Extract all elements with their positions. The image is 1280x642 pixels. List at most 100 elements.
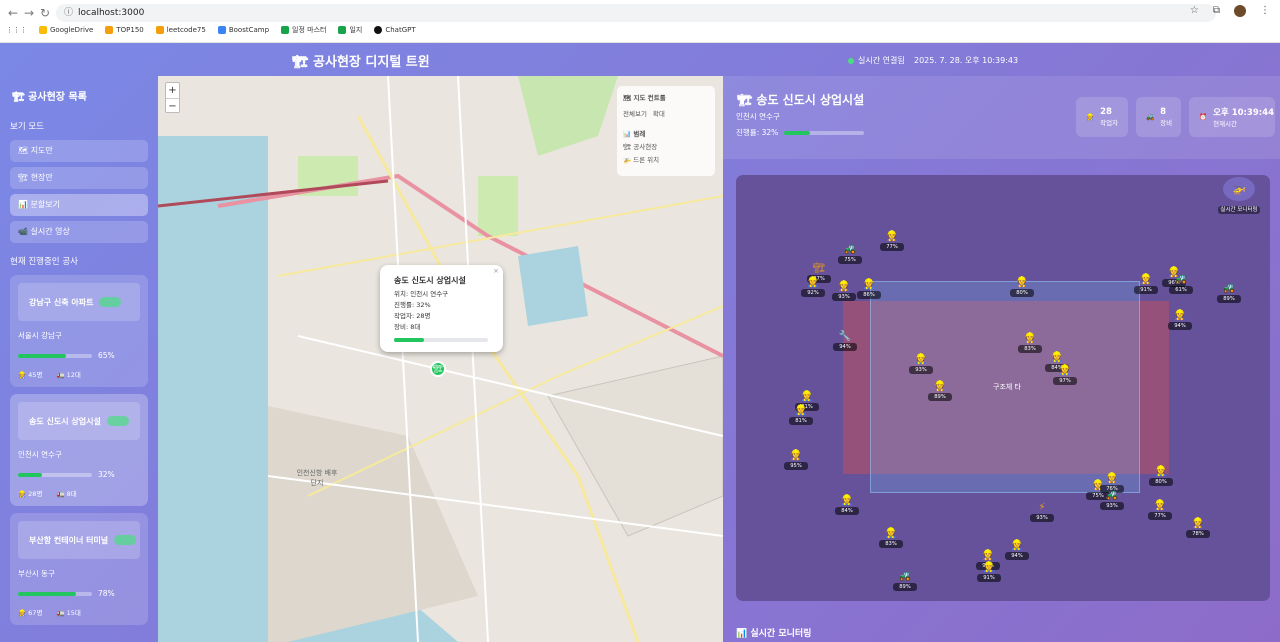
bookmark-item[interactable]: ChatGPT: [374, 26, 416, 34]
mode-button-map[interactable]: 🗺 지도만: [10, 140, 148, 162]
bookmark-item[interactable]: GoogleDrive: [39, 26, 93, 34]
worker-marker[interactable]: 🚜 89%: [1217, 283, 1241, 303]
drone-icon: 🚁: [1223, 177, 1255, 201]
mode-button-video[interactable]: 📹 실시간 영상: [10, 221, 148, 243]
worker-marker[interactable]: 👷 80%: [1010, 277, 1034, 297]
worker-icon: 👷: [806, 277, 820, 288]
worker-icon: 👷: [1023, 333, 1037, 344]
progress-bar: [18, 591, 92, 596]
mode-button-site[interactable]: 🏗 현장만: [10, 167, 148, 189]
worker-marker[interactable]: 👷 92%: [801, 277, 825, 297]
worker-marker[interactable]: 👷 95%: [784, 450, 808, 470]
site-marker-icon[interactable]: 🏗: [430, 361, 446, 377]
worker-marker[interactable]: 👷 93%: [832, 281, 856, 301]
worker-marker[interactable]: 👷 84%: [835, 495, 859, 515]
forward-icon[interactable]: →: [24, 6, 34, 20]
view-all-button[interactable]: 전체보기: [623, 108, 647, 118]
bookmark-item[interactable]: TOP150: [105, 26, 144, 34]
worker-marker[interactable]: 👷 78%: [1186, 518, 1210, 538]
project-location: 부산시 동구: [18, 569, 55, 578]
realtime-label: 실시간 모니터링: [1218, 206, 1260, 214]
menu-icon[interactable]: ⋮: [1260, 5, 1270, 17]
progress-fill: [394, 338, 425, 342]
worker-icon: 👷: [933, 381, 947, 392]
site-view[interactable]: 구조체 타 🚁 실시간 모니터링 👷 77% 🚜 75% 🏗 87% 👷 92% 👷 93% 👷 86%…: [736, 175, 1270, 601]
progress-bar: [18, 472, 92, 477]
stat-label: 장비: [1160, 119, 1173, 127]
worker-efficiency: 93%: [1030, 514, 1054, 522]
bookmark-item[interactable]: 일정 마스터: [281, 25, 326, 35]
worker-icon: 👷: [981, 550, 995, 561]
project-card[interactable]: 강남구 신축 아파트 서울시 강남구 65% 👷 45명 🚛 12대: [10, 275, 148, 387]
worker-icon: 🚜: [843, 244, 857, 255]
worker-marker[interactable]: 👷 80%: [1149, 466, 1173, 486]
worker-icon: 👷: [18, 490, 27, 498]
zoom-in-button[interactable]: +: [166, 83, 179, 99]
worker-icon: 👷: [840, 495, 854, 506]
worker-icon: 🚜: [1105, 490, 1119, 501]
stat-time: ⏰ 오후 10:39:44 현재시간: [1189, 97, 1275, 137]
extensions-icon[interactable]: ⧉: [1213, 5, 1220, 17]
realtime-monitoring-badge[interactable]: 🚁 실시간 모니터링: [1216, 177, 1262, 214]
status-dot-icon: [848, 57, 854, 64]
zoom-out-button[interactable]: −: [166, 99, 179, 114]
project-progress: 78%: [18, 589, 140, 598]
site-info-icon[interactable]: ⓘ: [64, 4, 73, 22]
worker-marker[interactable]: 👷 91%: [1134, 274, 1158, 294]
header-datetime: 2025. 7. 28. 오후 10:39:43: [914, 56, 1019, 65]
address-bar[interactable]: ⓘ localhost:3000: [56, 4, 1216, 22]
worker-marker[interactable]: 👷 86%: [857, 279, 881, 299]
worker-marker[interactable]: 👷 77%: [880, 231, 904, 251]
map-panel[interactable]: + − 🗺 지도 컨트롤 전체보기 확대 📊 범례 🏗 공사현장 🚁 드론 위치 인…: [158, 76, 723, 642]
mode-button-split[interactable]: 📊 분할보기: [10, 194, 148, 216]
close-icon[interactable]: ×: [493, 266, 499, 277]
worker-marker[interactable]: 👷 89%: [928, 381, 952, 401]
stat-value: 오후 10:39:44: [1213, 108, 1274, 118]
stat-value: 28: [1100, 107, 1112, 117]
worker-marker[interactable]: 👷 93%: [909, 354, 933, 374]
worker-marker[interactable]: 🚜 89%: [893, 571, 917, 591]
worker-marker[interactable]: 👷 83%: [879, 528, 903, 548]
star-icon[interactable]: ☆: [1190, 5, 1199, 17]
worker-marker[interactable]: 🚜 61%: [1169, 274, 1193, 294]
worker-marker[interactable]: 👷 94%: [1005, 540, 1029, 560]
worker-efficiency: 78%: [1186, 530, 1210, 538]
worker-efficiency: 92%: [801, 289, 825, 297]
apps-icon[interactable]: ⋮⋮⋮: [6, 26, 27, 34]
truck-icon: 🚛: [56, 609, 65, 617]
worker-icon: 🚜: [1174, 274, 1188, 285]
reload-icon[interactable]: ↻: [40, 6, 50, 20]
popup-location: 위치: 인천시 연수구: [394, 290, 449, 298]
bookmark-item[interactable]: 일지: [338, 25, 362, 35]
worker-marker[interactable]: ⚡ 93%: [1030, 502, 1054, 522]
zoom-button[interactable]: 확대: [653, 108, 665, 118]
worker-icon: 👷: [789, 450, 803, 461]
worker-marker[interactable]: 👷 94%: [1168, 310, 1192, 330]
worker-marker[interactable]: 🚜 93%: [1100, 490, 1124, 510]
worker-icon: 👷: [885, 231, 899, 242]
worker-marker[interactable]: 🚜 75%: [838, 244, 862, 264]
project-card[interactable]: 부산항 컨테이너 터미널 부산시 동구 78% 👷 67명 🚛 15대: [10, 513, 148, 625]
worker-marker[interactable]: 🔧 94%: [833, 331, 857, 351]
worker-marker[interactable]: 👷 77%: [1148, 500, 1172, 520]
legend-item-drone: 🚁 드론 위치: [623, 156, 660, 164]
worker-efficiency: 91%: [977, 574, 1001, 582]
worker-marker[interactable]: 👷 97%: [1053, 365, 1077, 385]
project-card[interactable]: 송도 신도시 상업시설 인천시 연수구 32% 👷 28명 🚛 8대: [10, 394, 148, 506]
legend-title: 📊 범례: [623, 130, 646, 138]
bookmark-item[interactable]: BoostCamp: [217, 26, 269, 34]
worker-efficiency: 89%: [893, 583, 917, 591]
bookmark-item[interactable]: leetcode75: [155, 26, 206, 34]
worker-efficiency: 94%: [1168, 322, 1192, 330]
worker-marker[interactable]: 👷 81%: [789, 405, 813, 425]
connection-label: 실시간 연결됨: [858, 56, 905, 65]
progress-label: 78%: [98, 589, 115, 598]
worker-marker[interactable]: 👷 91%: [977, 562, 1001, 582]
map-popup: × 송도 신도시 상업시설 위치: 인천시 연수구 진행률: 32% 작업자: …: [380, 265, 503, 352]
worker-efficiency: 75%: [838, 256, 862, 264]
worker-marker[interactable]: 👷 83%: [1018, 333, 1042, 353]
stat-label: 현재시간: [1213, 120, 1238, 128]
back-icon[interactable]: ←: [8, 6, 18, 20]
avatar[interactable]: [1234, 5, 1246, 17]
worker-icon: 👷: [1086, 113, 1095, 121]
